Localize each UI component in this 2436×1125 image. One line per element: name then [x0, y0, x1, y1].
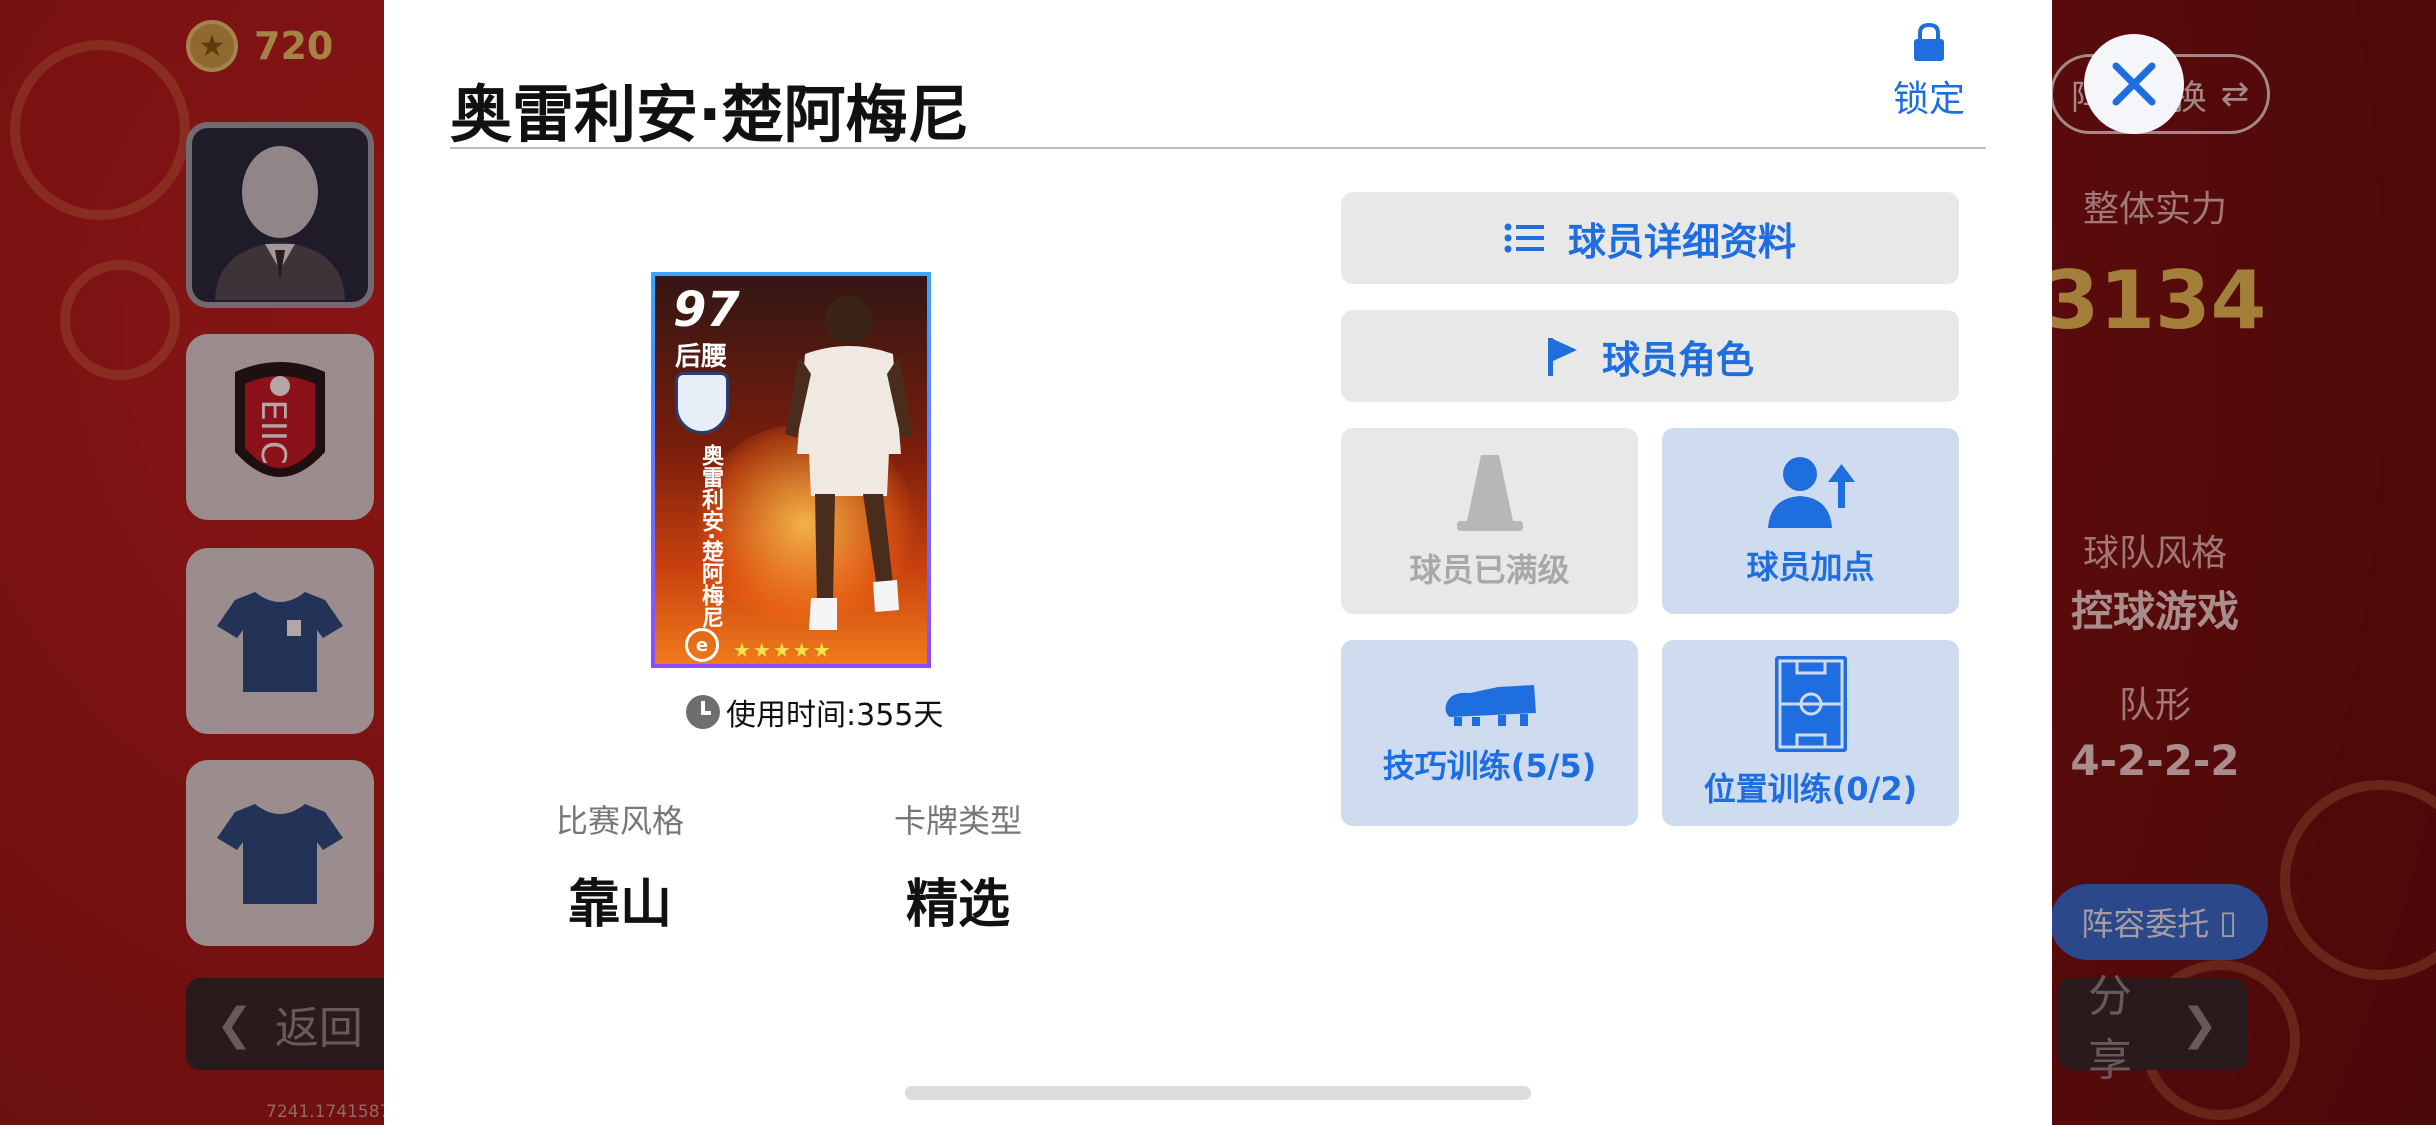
play-style-label: 比赛风格	[555, 802, 684, 840]
skill-training-tile[interactable]: 技巧训练(5/5)	[1341, 640, 1638, 826]
player-details-button[interactable]: 球员详细资料	[1341, 192, 1959, 284]
player-card[interactable]: 97 后腰 奥雷利安·楚阿梅尼 e ★★★★★	[651, 272, 931, 668]
card-club-badge-icon	[675, 372, 729, 434]
skill-training-label: 技巧训练(5/5)	[1382, 747, 1597, 785]
card-position: 后腰	[675, 342, 728, 372]
card-stars-icon: ★★★★★	[733, 638, 833, 662]
player-details-label: 球员详细资料	[1567, 219, 1796, 264]
card-logo: e	[685, 628, 719, 662]
list-icon	[1504, 223, 1544, 253]
title-divider	[450, 147, 1986, 149]
football-boot-icon	[1445, 685, 1536, 726]
player-name: 奥雷利安·楚阿梅尼	[450, 78, 970, 151]
close-button[interactable]	[2084, 34, 2184, 134]
scrollbar[interactable]	[905, 1086, 1531, 1100]
training-cone-icon	[1456, 455, 1523, 531]
position-training-tile[interactable]: 位置训练(0/2)	[1662, 640, 1959, 826]
lock-label: 锁定	[1892, 79, 1965, 120]
card-type-value: 精选	[905, 875, 1010, 935]
player-maxed-tile[interactable]: 球员已满级	[1341, 428, 1638, 614]
player-role-label: 球员角色	[1601, 337, 1754, 382]
position-training-label: 位置训练(0/2)	[1703, 770, 1918, 808]
card-type-label: 卡牌类型	[893, 802, 1022, 840]
add-points-label: 球员加点	[1746, 548, 1875, 586]
add-points-tile[interactable]: 球员加点	[1662, 428, 1959, 614]
player-detail-panel: 奥雷利安·楚阿梅尼 锁定 97 后腰 奥雷利安·楚阿梅尼 e ★★★★★ 使用时…	[384, 0, 2052, 1125]
play-style-value: 靠山	[567, 875, 672, 935]
player-maxed-label: 球员已满级	[1409, 551, 1570, 589]
card-vertical-name: 奥雷利安·楚阿梅尼	[698, 444, 723, 629]
clock-icon	[686, 695, 720, 729]
usage-time: 使用时间:355天	[686, 690, 943, 734]
lock-button[interactable]: 锁定	[1874, 22, 1984, 122]
card-rating: 97	[673, 282, 740, 338]
close-icon	[2112, 62, 2156, 106]
usage-time-text: 使用时间:355天	[726, 698, 944, 733]
lock-icon	[1914, 22, 1944, 61]
player-role-button[interactable]: 球员角色	[1341, 310, 1959, 402]
player-figure-image	[785, 296, 913, 630]
pitch-icon	[1774, 656, 1847, 752]
flag-icon	[1547, 338, 1577, 376]
user-arrow-up-icon	[1767, 457, 1855, 528]
